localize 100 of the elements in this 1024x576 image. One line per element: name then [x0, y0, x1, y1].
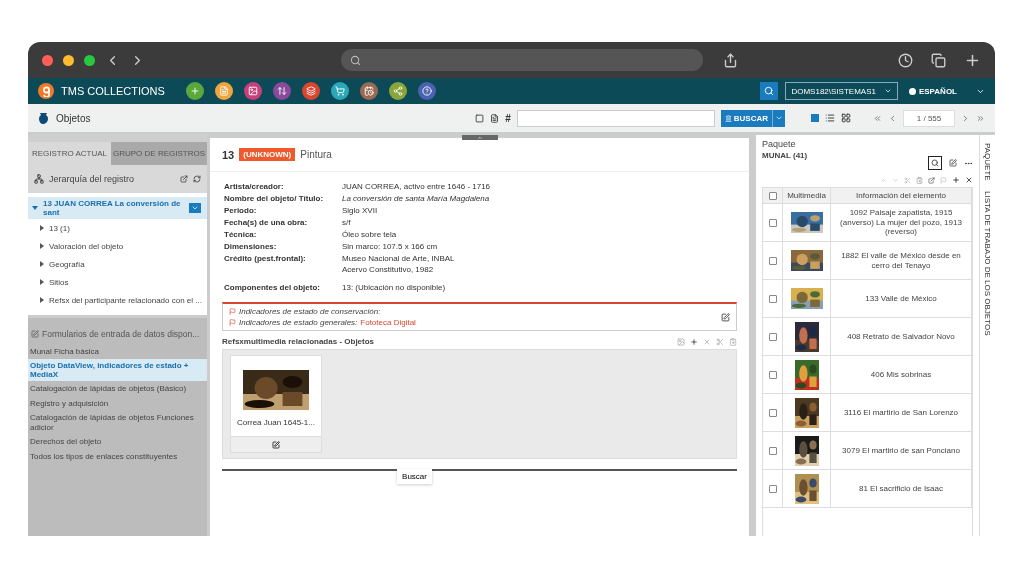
open-button[interactable]	[928, 176, 935, 184]
toolbar-button[interactable]	[301, 82, 320, 100]
row-checkbox[interactable]	[768, 332, 777, 341]
section-title: Refsxmultimedia relacionadas - Objetos	[222, 337, 376, 346]
page-field[interactable]: 1 / 555	[903, 109, 955, 127]
refresh-button[interactable]	[193, 175, 201, 183]
tree-item[interactable]: Sitios	[28, 273, 207, 291]
tree-item[interactable]: Valoración del objeto	[28, 237, 207, 255]
record-number: 13	[222, 148, 235, 161]
clock-icon	[898, 52, 913, 68]
search-field[interactable]	[516, 109, 715, 127]
tree-item[interactable]: 13 (1)	[28, 219, 207, 237]
window-button[interactable]	[475, 113, 485, 123]
field-label: Crédito (pest.frontal):	[224, 254, 307, 265]
zoom-window-button[interactable]	[84, 54, 95, 66]
side-tab[interactable]: LISTA DE TRABAJO DE LOS OBJETOS	[983, 190, 992, 336]
form-list-item[interactable]: Todos los tipos de enlaces constituyentes	[28, 448, 207, 464]
row-checkbox[interactable]	[768, 446, 777, 455]
toolbar-button[interactable]	[388, 82, 407, 100]
form-list-item[interactable]: Catalogación de lápidas de objetos Funciones adicior	[28, 411, 207, 434]
form-list-item[interactable]: Munal Ficha básica	[28, 344, 207, 359]
edit-icon	[721, 312, 730, 322]
expand-triangle-icon	[40, 261, 44, 267]
toolbar-icon	[363, 86, 374, 96]
media-caption: Correa Juan 1645-1...	[237, 418, 315, 427]
scissors-icon	[904, 176, 911, 184]
minimize-window-button[interactable]	[63, 54, 74, 66]
chevron-down-icon	[883, 87, 892, 95]
tabs-icon	[931, 52, 946, 68]
grid-view-button[interactable]	[841, 113, 851, 123]
tree-item[interactable]: Geografía	[28, 255, 207, 273]
search-icon	[931, 159, 939, 167]
toolbar-button[interactable]	[214, 82, 233, 100]
table-cell: 3079 El martirio de san Ponciano	[831, 432, 972, 469]
document-button[interactable]	[490, 113, 500, 123]
scissors-icon	[716, 337, 724, 346]
module-title: Objetos	[56, 112, 91, 124]
search-options-button[interactable]	[772, 109, 785, 127]
tree-item[interactable]: Refsx del participante relacionado con el ...	[28, 291, 207, 309]
row-checkbox[interactable]	[768, 218, 777, 227]
clipboard-icon	[916, 176, 923, 184]
field-label: Nombre del objeto/ Título:	[224, 194, 325, 203]
list-view-button[interactable]	[825, 113, 835, 123]
side-tab[interactable]: PAQUETE	[983, 143, 992, 181]
row-checkbox[interactable]	[768, 370, 777, 379]
form-list-item[interactable]: Catalogación de lápidas de objetos (Básico)	[28, 381, 207, 397]
search-tab[interactable]: Buscar	[397, 469, 432, 484]
chevron-right-icon	[961, 113, 970, 123]
row-checkbox[interactable]	[768, 294, 777, 303]
clipboard-icon	[729, 337, 737, 346]
row-checkbox[interactable]	[768, 408, 777, 417]
add-button[interactable]	[690, 337, 698, 346]
language-dropdown[interactable]: ESPAÑOL	[904, 86, 969, 96]
tabs-button[interactable]	[931, 52, 946, 68]
tree-item[interactable]: 13 JUAN CORREA La conversión de sant	[28, 197, 207, 219]
form-list-item[interactable]: Registro y adquisición	[28, 396, 207, 412]
edit-icon	[949, 159, 957, 167]
form-list-item[interactable]: Derechos del objeto	[28, 433, 207, 449]
toolbar-icon	[218, 86, 229, 96]
add-button[interactable]	[952, 176, 960, 184]
history-button[interactable]	[898, 52, 913, 68]
field-label: Fecha(s) de una obra:	[224, 218, 309, 227]
number-search-label: #	[505, 112, 511, 124]
search-button[interactable]: BUSCAR	[720, 109, 772, 127]
toolbar-button[interactable]	[272, 82, 291, 100]
user-dropdown[interactable]: DOMS182\SISTEMAS1	[785, 82, 898, 100]
first-page-button[interactable]	[873, 113, 882, 123]
toolbar-button[interactable]	[185, 82, 204, 100]
toolbar-button[interactable]	[359, 82, 378, 100]
table-cell: 406 Mis sobrinas	[831, 356, 972, 393]
window-icon	[475, 113, 485, 123]
toolbar-icon	[276, 86, 287, 96]
item-menu-button[interactable]	[189, 203, 201, 213]
toolbar-button[interactable]	[243, 82, 262, 100]
export-button[interactable]	[180, 175, 188, 183]
search-button[interactable]	[928, 156, 942, 170]
remove-button[interactable]	[965, 176, 973, 184]
panel-tab[interactable]: REGISTRO ACTUAL	[28, 142, 111, 165]
close-window-button[interactable]	[42, 54, 53, 66]
toolbar-button[interactable]	[417, 82, 436, 100]
select-all-checkbox[interactable]	[768, 191, 777, 200]
edit-button[interactable]	[721, 312, 730, 322]
square-icon	[811, 114, 819, 122]
table-cell: 133 Valle de México	[831, 280, 972, 317]
edit-button[interactable]	[949, 159, 957, 167]
next-page-button[interactable]	[961, 113, 970, 123]
paste-button[interactable]	[916, 176, 923, 184]
forms-title: Formularios de entrada de datos dispon...	[42, 329, 200, 339]
media-card[interactable]: Correa Juan 1645-1...	[230, 355, 322, 453]
form-list-item[interactable]: Objeto DataView, indicadores de estado + MediaX	[28, 359, 207, 382]
row-checkbox[interactable]	[768, 484, 777, 493]
share-button[interactable]	[723, 52, 738, 68]
previous-page-button[interactable]	[888, 113, 897, 123]
edit-icon	[272, 440, 280, 449]
table-cell: 408 Retrato de Salvador Novo	[831, 318, 972, 355]
indicator-link[interactable]: Fototeca Digital	[360, 318, 416, 327]
row-checkbox[interactable]	[768, 256, 777, 265]
toolbar-button[interactable]	[330, 82, 349, 100]
search-button[interactable]	[760, 82, 779, 100]
last-page-button[interactable]	[976, 113, 985, 123]
